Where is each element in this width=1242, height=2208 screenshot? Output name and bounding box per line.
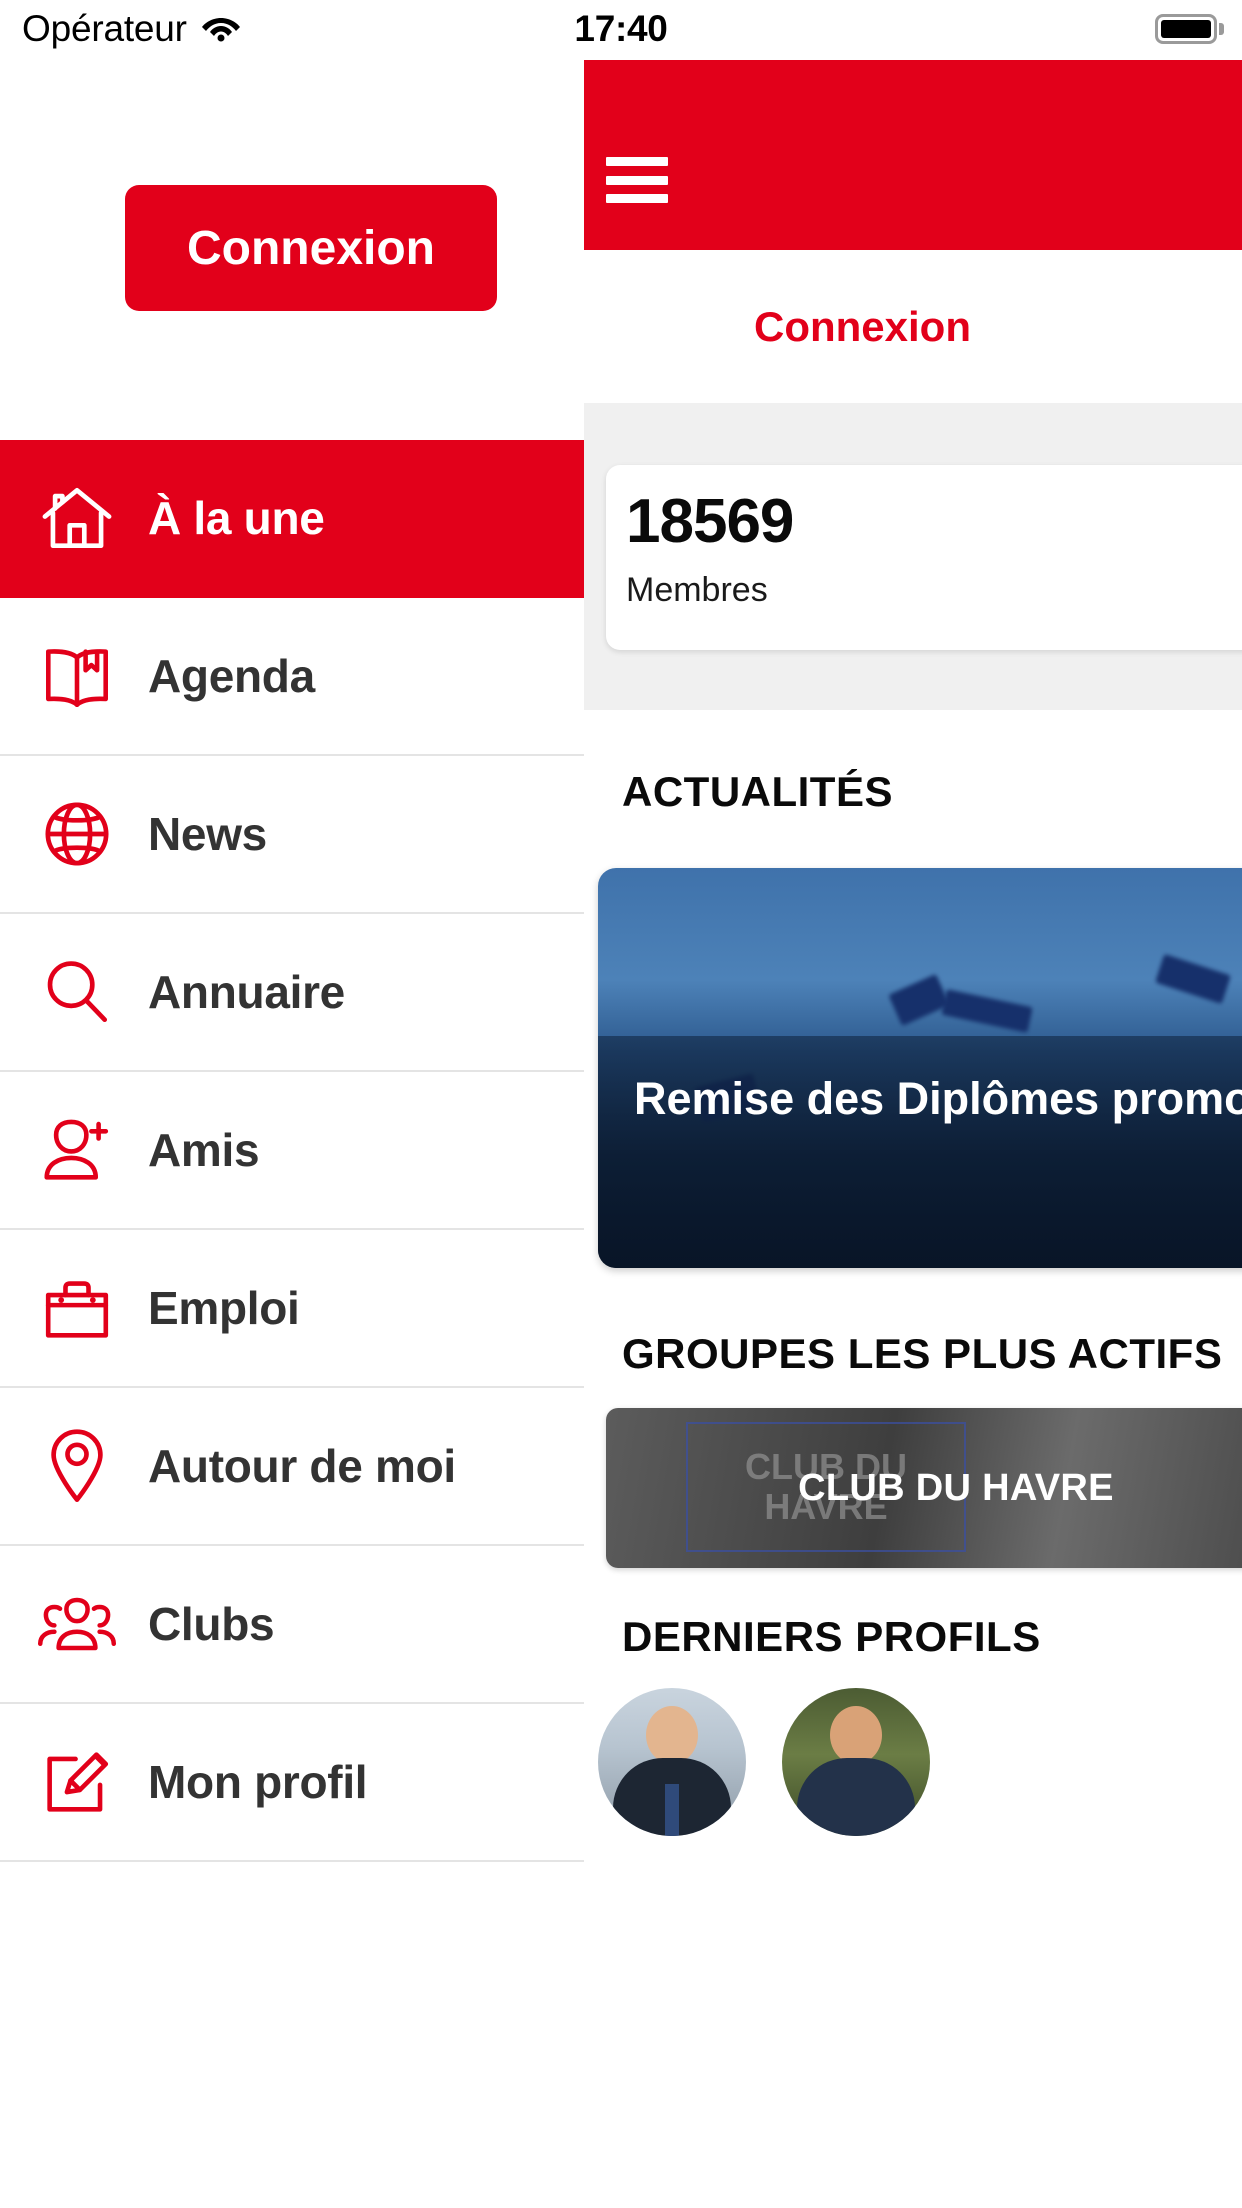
sidebar-item-label: Agenda [148, 650, 315, 702]
connexion-link-bar: Connexion [584, 250, 1242, 403]
profiles-section-title: DERNIERS PROFILS [622, 1613, 1041, 1660]
edit-square-icon [32, 1743, 122, 1821]
main-content-panel: Connexion 18569 Membres ACTUALITÉS Remis… [584, 0, 1242, 2208]
side-drawer: Connexion À la une Agenda News Annuaire Amis… [0, 0, 584, 2208]
hamburger-menu-icon[interactable] [606, 157, 668, 203]
sidebar-item-clubs[interactable]: Clubs [0, 1546, 584, 1704]
open-book-icon [32, 637, 122, 715]
drawer-menu-list: À la une Agenda News Annuaire Amis Emploi Auto… [0, 440, 584, 1862]
search-icon [32, 953, 122, 1031]
stats-strip: 18569 Membres [584, 403, 1242, 710]
status-bar: Opérateur 17:40 [0, 0, 1242, 58]
battery-full-icon [1155, 14, 1224, 44]
status-time: 17:40 [574, 8, 668, 49]
avatar[interactable] [782, 1688, 930, 1836]
hamburger-line [606, 194, 668, 203]
sidebar-item-label: À la une [148, 492, 325, 544]
sidebar-item-label: Annuaire [148, 966, 345, 1018]
news-card-overlay: Remise des Diplômes promotion 2019 [598, 1036, 1242, 1268]
news-card[interactable]: Remise des Diplômes promotion 2019 [598, 868, 1242, 1268]
sidebar-item-amis[interactable]: Amis [0, 1072, 584, 1230]
sidebar-item-autour-de-moi[interactable]: Autour de moi [0, 1388, 584, 1546]
members-stat-card[interactable]: 18569 Membres [606, 465, 1242, 650]
sidebar-item-la-une[interactable]: À la une [0, 440, 584, 598]
news-section-title: ACTUALITÉS [622, 768, 893, 815]
members-label: Membres [626, 571, 768, 609]
graduation-cap-shape [1155, 953, 1231, 1005]
connexion-link[interactable]: Connexion [754, 303, 971, 351]
sidebar-item-mon-profil[interactable]: Mon profil [0, 1704, 584, 1862]
globe-icon [32, 795, 122, 873]
hamburger-line [606, 175, 668, 185]
person-add-icon [32, 1111, 122, 1189]
sidebar-item-emploi[interactable]: Emploi [0, 1230, 584, 1388]
sidebar-item-news[interactable]: News [0, 756, 584, 914]
members-count: 18569 [626, 487, 794, 556]
group-name: CLUB DU HAVRE [798, 1466, 1114, 1509]
avatar-body [797, 1758, 915, 1836]
profiles-row [598, 1688, 930, 1836]
briefcase-icon [32, 1269, 122, 1347]
sidebar-item-agenda[interactable]: Agenda [0, 598, 584, 756]
home-icon [32, 479, 122, 557]
group-card[interactable]: CLUB DU HAVRE CLUB DU HAVRE [606, 1408, 1242, 1568]
news-headline: Remise des Diplômes promotion 2019 [634, 1073, 1242, 1124]
sidebar-item-label: Emploi [148, 1282, 300, 1334]
avatar-tie [665, 1784, 679, 1836]
graduation-cap-shape [941, 989, 1033, 1033]
sidebar-item-label: Mon profil [148, 1756, 368, 1808]
sidebar-item-label: Autour de moi [148, 1440, 456, 1492]
people-group-icon [32, 1585, 122, 1663]
avatar-head [646, 1706, 698, 1764]
status-bar-right [1155, 14, 1224, 44]
sidebar-item-label: News [148, 808, 267, 860]
app-header-bar [584, 60, 1242, 250]
avatar[interactable] [598, 1688, 746, 1836]
sidebar-item-label: Clubs [148, 1598, 275, 1650]
avatar-head [830, 1706, 882, 1764]
graduation-cap-shape [888, 973, 950, 1027]
connexion-button[interactable]: Connexion [125, 185, 497, 311]
sidebar-item-label: Amis [148, 1124, 260, 1176]
hamburger-line [606, 157, 668, 166]
map-pin-icon [32, 1427, 122, 1505]
groups-section-title: GROUPES LES PLUS ACTIFS [622, 1330, 1223, 1377]
sidebar-item-annuaire[interactable]: Annuaire [0, 914, 584, 1072]
